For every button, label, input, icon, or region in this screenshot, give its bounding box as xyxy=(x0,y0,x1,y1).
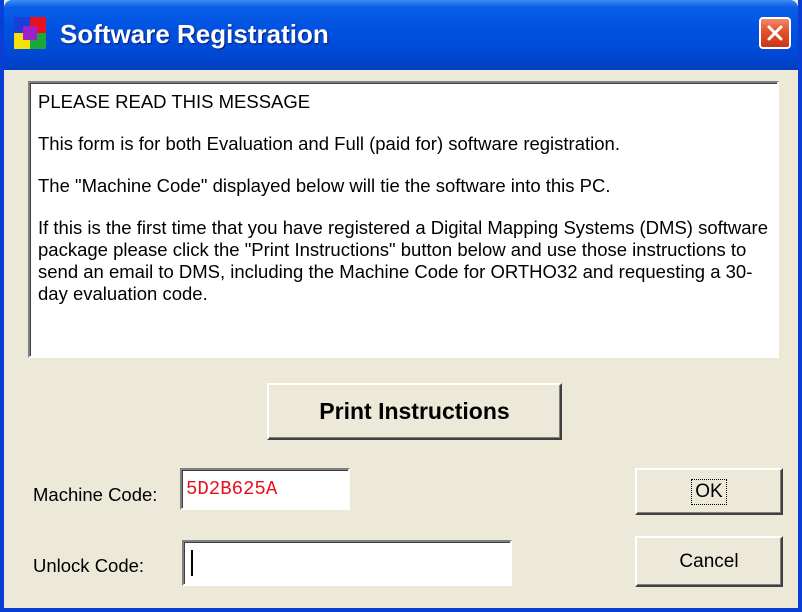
unlock-code-field-frame[interactable] xyxy=(182,540,512,586)
window-title: Software Registration xyxy=(60,19,329,49)
machine-code-field[interactable]: 5D2B625A xyxy=(180,468,350,510)
ok-button-label: OK xyxy=(691,478,727,505)
message-paragraph: This form is for both Evaluation and Ful… xyxy=(38,133,620,154)
app-logo-icon xyxy=(14,17,46,49)
message-text-box[interactable]: PLEASE READ THIS MESSAGE This form is fo… xyxy=(28,81,779,358)
close-button[interactable] xyxy=(759,17,791,49)
message-paragraph: The "Machine Code" displayed below will … xyxy=(38,175,611,196)
message-heading: PLEASE READ THIS MESSAGE xyxy=(38,91,311,112)
unlock-code-input[interactable] xyxy=(184,542,510,584)
registration-dialog: Software Registration PLEASE READ THIS M… xyxy=(0,0,802,612)
ok-button[interactable]: OK xyxy=(635,468,783,515)
print-instructions-button[interactable]: Print Instructions xyxy=(267,383,562,440)
title-bar[interactable]: Software Registration xyxy=(4,0,798,70)
machine-code-label: Machine Code: xyxy=(33,484,158,505)
unlock-code-label: Unlock Code: xyxy=(33,555,145,576)
message-paragraph: If this is the first time that you have … xyxy=(38,217,769,304)
text-caret xyxy=(191,550,193,576)
cancel-button[interactable]: Cancel xyxy=(635,536,783,587)
close-icon xyxy=(767,25,783,41)
